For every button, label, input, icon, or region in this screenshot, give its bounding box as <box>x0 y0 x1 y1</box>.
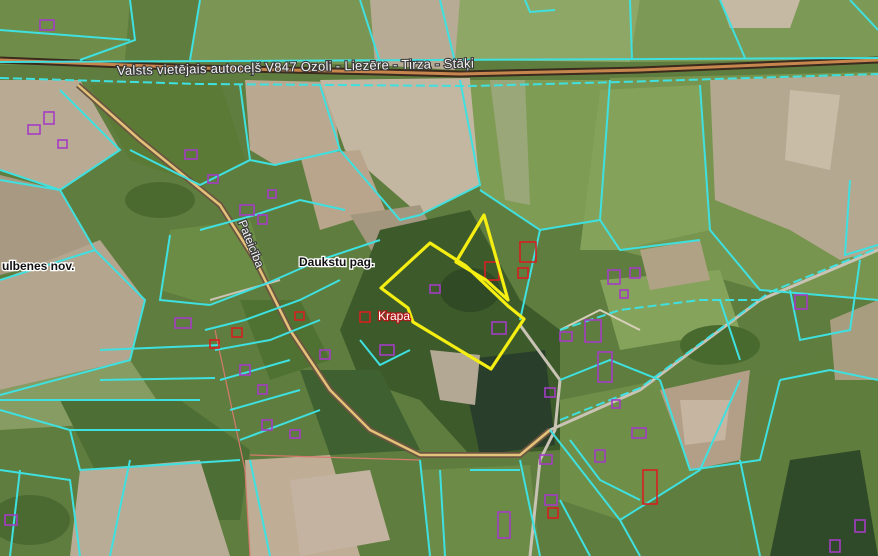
map-canvas: Valsts vietējais autoceļš V847 Ozoli - L… <box>0 0 878 556</box>
aerial-imagery <box>0 0 878 556</box>
place-label: Krapa <box>378 309 410 323</box>
cadastral-map[interactable]: Valsts vietējais autoceļš V847 Ozoli - L… <box>0 0 878 556</box>
parish-label: Daukstu pag. <box>299 255 374 269</box>
municipality-label: ulbenes nov. <box>2 259 74 273</box>
